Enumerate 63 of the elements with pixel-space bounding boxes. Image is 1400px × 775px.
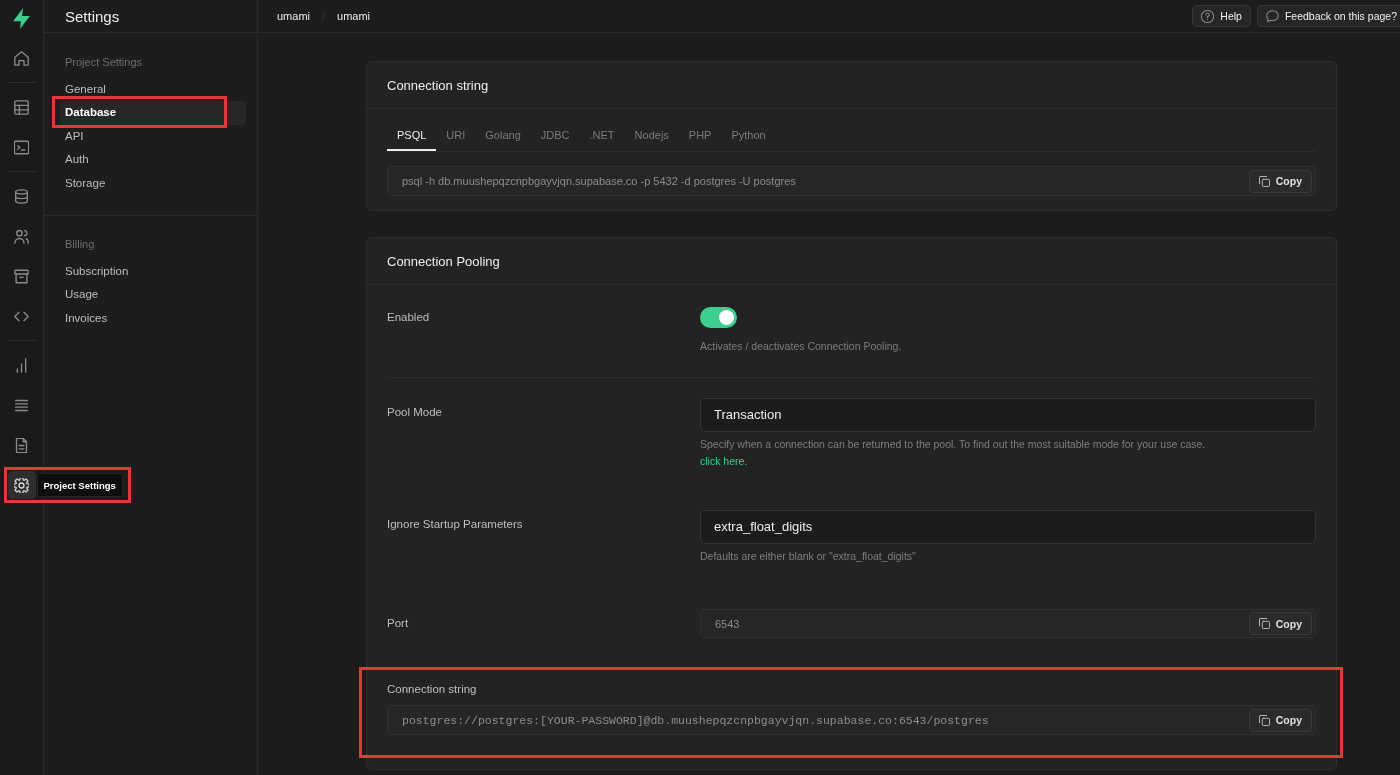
copy-icon [1258,618,1270,629]
sidebar-item[interactable]: Subscription [60,259,246,283]
copy-button[interactable]: Copy [1248,169,1312,193]
breadcrumb-link[interactable]: umami [277,10,310,22]
tab[interactable]: URI [436,121,476,151]
archive-box-icon [14,268,29,284]
section-heading: Project Settings [64,55,144,70]
copy-icon [1258,175,1270,187]
sidebar-item[interactable]: Database [60,101,246,125]
tab[interactable]: JDBC [530,121,580,151]
text-input[interactable]: extra_float_digits [700,510,1316,544]
feedback-button[interactable]: Feedback on this page? [1256,5,1400,27]
copy-icon [1258,714,1270,726]
field-label: Enabled [387,310,431,325]
field-value: 6543 [715,617,740,630]
list-icon [14,397,29,413]
field-label: Connection string [387,682,478,696]
bolt-logo-icon [13,8,30,29]
tab[interactable]: Nodejs [624,121,679,151]
card-title: Connection string [387,77,489,93]
users-icon [14,228,29,244]
document-icon [14,437,29,453]
tab[interactable]: Golang [475,121,531,151]
readonly-field[interactable]: 6543 Copy [700,609,1316,638]
settings-icon [14,477,29,493]
speech-bubble-icon [1265,9,1279,23]
sidebar-item[interactable]: Invoices [60,306,246,330]
field-label: Port [387,616,410,631]
help-button[interactable]: Help [1192,5,1251,27]
help-text: Activates / deactivates Connection Pooling. [700,339,903,354]
sidebar-item[interactable]: Usage [60,283,246,307]
sidebar-item[interactable]: API [60,124,246,148]
breadcrumb-link[interactable]: umami [337,10,371,22]
tab[interactable]: PSQL [387,121,437,151]
help-icon [1201,9,1215,23]
section-heading: Billing [64,237,96,252]
tooltip: Project Settings [36,473,123,497]
field-label: Ignore Startup Parameters [387,517,524,532]
database-icon [14,188,29,204]
terminal-icon [14,139,29,155]
help-text: Specify when a connection can be returned to the pool. To find out the most suitable mode for your use case. click here. [700,437,1207,469]
field-label: Pool Mode [387,405,443,420]
toggle-switch[interactable] [700,307,737,328]
nav-button[interactable] [7,471,36,499]
copy-button[interactable]: Copy [1248,708,1312,732]
copy-button[interactable]: Copy [1248,612,1312,635]
help-text: Defaults are either blank or "extra_float_digits" [700,549,917,564]
sidebar-item[interactable]: Storage [60,171,246,195]
sidebar-item[interactable]: Auth [60,148,246,172]
card-title: Connection Pooling [387,253,500,269]
home-icon [14,50,29,66]
bar-chart-icon [14,357,29,373]
field-value: postgres://postgres:[YOUR-PASSWORD]@db.muushepqzcnpbgayvjqn.supabase.co:6543/postgres [402,713,989,727]
sidebar-item[interactable]: General [60,77,246,101]
connection-string-field[interactable]: postgres://postgres:[YOUR-PASSWORD]@db.muushepqzcnpbgayvjqn.supabase.co:6543/postgres Copy [387,705,1316,735]
text-input[interactable]: Transaction [700,398,1316,432]
sidebar-title: Settings [65,7,120,25]
help-link[interactable]: click here. [700,455,748,467]
connection-string-field[interactable]: psql -h db.muushepqzcnpbgayvjqn.supabase.co -p 5432 -d postgres -U postgres Copy [387,166,1316,196]
tab[interactable]: Python [721,121,776,151]
table-icon [14,99,29,115]
tab[interactable]: PHP [678,121,722,151]
tab[interactable]: .NET [579,121,625,151]
